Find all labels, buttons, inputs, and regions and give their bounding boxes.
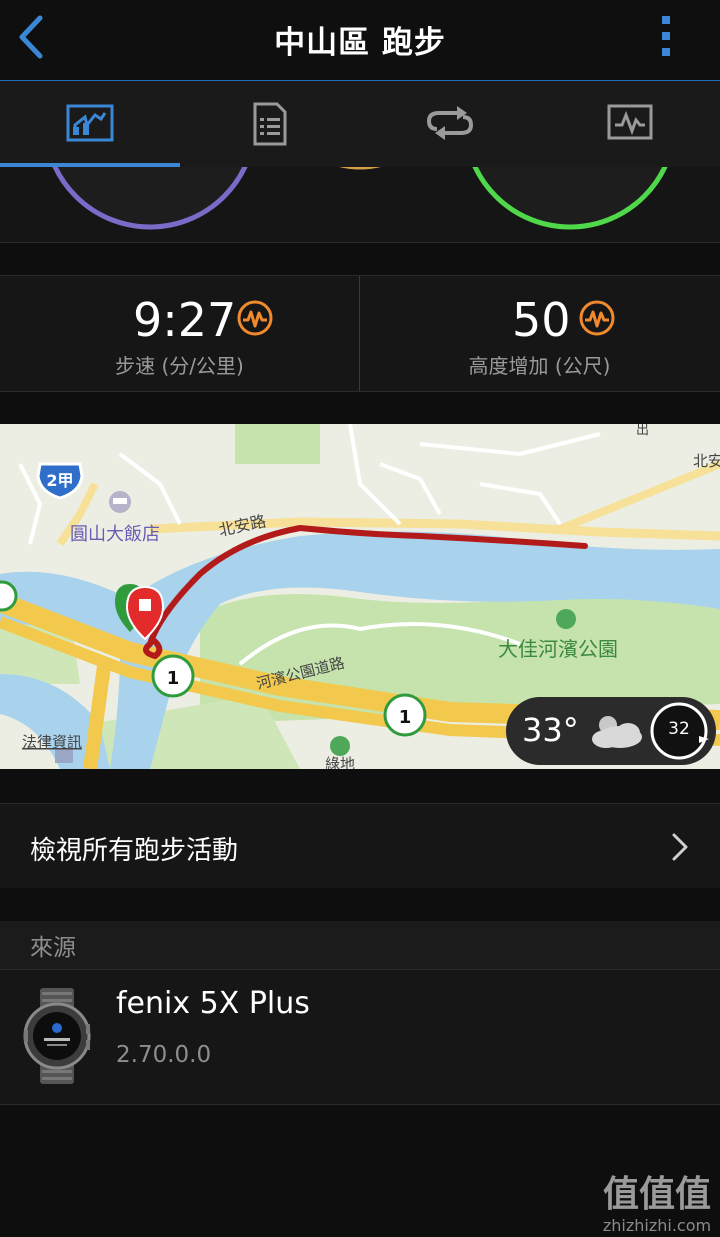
pace-stat[interactable]: 9:27 步速 (分/公里) [0,276,360,391]
highway-marker: 1 [151,654,195,698]
green-area-label: 綠地 [325,755,355,769]
legal-info-label: 法律資訊 [22,733,82,751]
highway-marker-label: 1 [167,668,180,689]
tab-bar [0,81,720,168]
device-version: 2.70.0.0 [116,1042,212,1068]
hotel-label: 圓山大飯店 [70,524,160,545]
source-section-header: 來源 [0,921,720,969]
device-name: fenix 5X Plus [116,986,310,1021]
park-label: 大佳河濱公園 [498,637,618,661]
chart-monitor-icon [607,104,653,140]
tab-charts[interactable] [540,81,720,167]
details-document-icon [253,102,287,146]
map-char-label: 出 [636,424,649,438]
watermark-site: zhizhizhi.com [602,1216,712,1235]
map-overview-icon [66,104,114,142]
ring-gauges-graphic [52,167,668,230]
chevron-right-icon [672,833,688,861]
view-all-runs-row[interactable]: 檢視所有跑步活動 [0,803,720,889]
route-shield-label: 2甲 [46,471,73,490]
spacer [0,243,720,275]
spacer [0,888,720,921]
more-menu-button[interactable] [656,14,676,58]
tab-laps[interactable] [360,81,540,167]
stats-row: 9:27 步速 (分/公里) 50 高度增加 (公尺) [0,275,720,392]
elevation-label: 高度增加 (公尺) [468,354,611,378]
device-row[interactable]: fenix 5X Plus 2.70.0.0 [0,969,720,1105]
more-vertical-icon [662,16,670,56]
tab-details[interactable] [180,81,360,167]
page-title: 中山區 跑步 [274,25,446,61]
weather-chip[interactable]: 33° 32 [506,697,716,765]
source-header-label: 來源 [30,935,76,961]
watch-icon [23,988,91,1084]
watermark-logo: 值值值 [603,1174,711,1215]
cloud-sun-icon [592,716,642,748]
tab-overview[interactable] [0,81,180,167]
watermark: 值值值 zhizhizhi.com [597,1170,717,1235]
highway-marker: 1 [383,693,427,737]
watermark-logo-text: 值值值 [603,1174,711,1215]
laps-repeat-icon [426,106,474,140]
elevation-stat[interactable]: 50 高度增加 (公尺) [360,276,719,391]
temperature: 33° [522,711,579,749]
wind-speed: 32 [668,719,690,739]
elevation-value: 50 [512,293,571,347]
spacer [0,769,720,803]
heart-zone-icon [237,300,273,336]
highway-marker-label: 1 [399,707,412,728]
road-label-north-an: 北安 [693,452,720,470]
top-bar: 中山區 跑步 [0,0,720,81]
gauge-rings [0,167,720,243]
pace-label: 步速 (分/公里) [115,354,244,378]
view-all-runs-label: 檢視所有跑步活動 [30,836,239,866]
pace-value: 9:27 [133,293,237,347]
heart-zone-icon [579,300,615,336]
